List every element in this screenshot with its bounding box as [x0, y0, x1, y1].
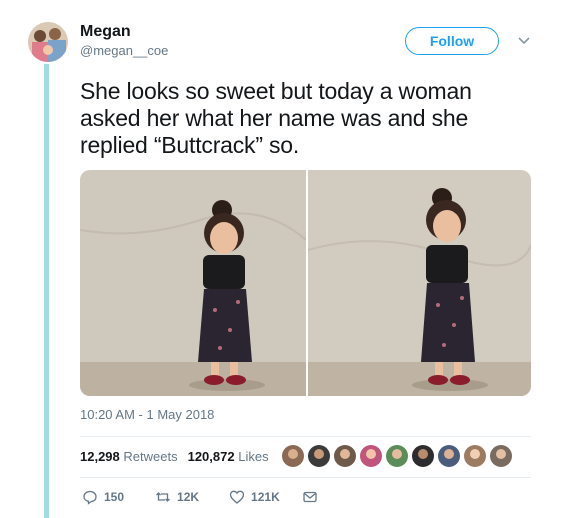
user-handle[interactable]: @megan__coe: [80, 43, 168, 58]
tweet-text-line: asked her what her name was and she: [80, 105, 469, 131]
retweets-count: 12,298: [80, 449, 120, 464]
follow-button[interactable]: Follow: [405, 27, 499, 55]
tweet-photo-right[interactable]: [307, 170, 531, 396]
retweet-icon: [156, 492, 170, 502]
likes-stat[interactable]: 120,872 Likes: [188, 449, 269, 464]
liker-avatar[interactable]: [308, 445, 330, 467]
liker-avatar[interactable]: [438, 445, 460, 467]
retweets-label: Retweets: [123, 449, 178, 464]
retweet-button[interactable]: 12K: [155, 489, 199, 505]
heart-icon: [229, 490, 245, 504]
reply-icon: [83, 490, 97, 505]
tweet-text-line: replied “Buttcrack” so.: [80, 132, 300, 158]
liker-avatar[interactable]: [282, 445, 304, 467]
tweet-media: [80, 170, 531, 396]
avatar[interactable]: [28, 22, 68, 62]
liker-avatar[interactable]: [412, 445, 434, 467]
display-name[interactable]: Megan: [80, 23, 131, 41]
tweet-text-line: She looks so sweet but today a woman: [80, 78, 472, 104]
liker-avatar[interactable]: [386, 445, 408, 467]
message-icon: [303, 491, 317, 503]
liker-avatar[interactable]: [334, 445, 356, 467]
like-button[interactable]: 121K: [229, 489, 280, 505]
thread-line: [44, 64, 49, 518]
divider: [80, 477, 531, 478]
direct-message-button[interactable]: [302, 489, 318, 505]
tweet-actions: 150 12K 121K: [80, 489, 318, 505]
liker-avatar[interactable]: [490, 445, 512, 467]
tweet-text: She looks so sweet but today a woman ask…: [80, 78, 550, 159]
liker-avatar[interactable]: [360, 445, 382, 467]
reply-count: 150: [104, 490, 125, 504]
tweet-photo-left[interactable]: [80, 170, 307, 396]
likes-count: 120,872: [187, 449, 235, 464]
divider: [80, 436, 531, 437]
tweet-timestamp[interactable]: 10:20 AM - 1 May 2018: [80, 407, 214, 422]
likes-label: Likes: [238, 449, 269, 464]
tweet-stats: 12,298 Retweets 120,872 Likes: [80, 449, 269, 464]
retweets-stat[interactable]: 12,298 Retweets: [80, 449, 178, 464]
reply-button[interactable]: 150: [82, 489, 124, 505]
chevron-down-icon[interactable]: [514, 30, 534, 50]
liker-avatars: [282, 445, 512, 467]
liker-avatar[interactable]: [464, 445, 486, 467]
like-count: 121K: [251, 490, 280, 504]
retweet-count: 12K: [177, 490, 200, 504]
